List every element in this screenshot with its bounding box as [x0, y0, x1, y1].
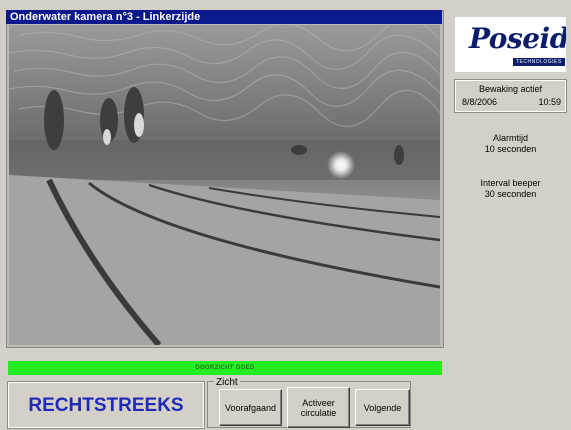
mode-label: RECHTSTREEKS — [28, 395, 184, 416]
alarm-time-info: Alarmtijd 10 seconden — [455, 133, 566, 155]
camera-title: Onderwater kamera n°3 - Linkerzijde — [6, 10, 442, 24]
visibility-status: DOORZICHT GOED — [8, 361, 442, 375]
beeper-interval-info: Interval beeper 30 seconden — [455, 178, 566, 200]
next-button[interactable]: Volgende — [355, 389, 410, 426]
brand-logo: Poseidon TECHNOLOGIES — [455, 17, 566, 72]
beeper-interval-value: 30 seconden — [484, 189, 537, 199]
brand-name: Poseidon — [469, 22, 566, 55]
camera-feed — [9, 25, 440, 345]
monitoring-status-panel: Bewaking actief 8/8/2006 10:59 — [454, 79, 567, 113]
mode-indicator: RECHTSTREEKS — [7, 381, 205, 429]
monitoring-time: 10:59 — [538, 97, 561, 107]
beeper-interval-label: Interval beeper — [480, 178, 541, 188]
brand-tagline: TECHNOLOGIES — [513, 58, 565, 66]
alarm-time-label: Alarmtijd — [492, 133, 528, 143]
monitoring-title: Bewaking actief — [478, 84, 543, 94]
circulation-label-line2: circulatie — [300, 407, 337, 418]
monitoring-date: 8/8/2006 — [462, 97, 498, 107]
previous-button[interactable]: Voorafgaand — [219, 389, 282, 426]
circulation-label-line1: Activeer — [302, 397, 335, 408]
alarm-time-value: 10 seconden — [484, 144, 537, 154]
activate-circulation-button[interactable]: Activeer circulatie — [287, 387, 350, 428]
view-controls-legend: Zicht — [214, 377, 240, 388]
